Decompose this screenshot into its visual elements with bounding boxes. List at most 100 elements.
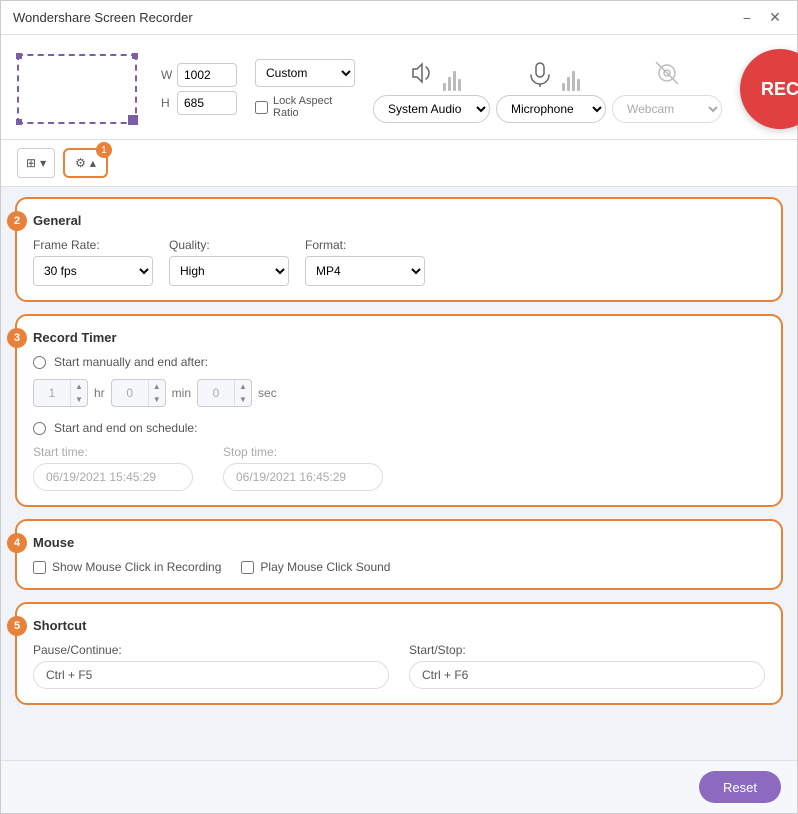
hr-stepper-btns: ▲ ▼ bbox=[70, 380, 87, 406]
shortcut-section: 5 Shortcut Pause/Continue: Start/Stop: bbox=[15, 602, 783, 705]
top-panel: W H Custom Lock Aspect Ratio bbox=[1, 35, 797, 140]
layout-button[interactable]: ⊞ ▾ bbox=[17, 148, 55, 178]
show-click-label: Show Mouse Click in Recording bbox=[52, 560, 221, 574]
close-button[interactable]: ✕ bbox=[765, 8, 785, 28]
preset-select[interactable]: Custom bbox=[255, 59, 355, 87]
width-input[interactable] bbox=[177, 63, 237, 87]
format-field: Format: MP4 bbox=[305, 238, 425, 286]
record-timer-section-number: 3 bbox=[7, 328, 27, 348]
record-timer-section: 3 Record Timer Start manually and end af… bbox=[15, 314, 783, 507]
time-input-group: 1 ▲ ▼ hr 0 ▲ ▼ min 0 bbox=[33, 379, 765, 407]
schedule-row: Start time: Stop time: bbox=[33, 445, 765, 491]
minimize-button[interactable]: − bbox=[737, 8, 757, 28]
general-section-number: 2 bbox=[7, 211, 27, 231]
frame-rate-select[interactable]: 30 fps bbox=[33, 256, 153, 286]
sec-down-button[interactable]: ▼ bbox=[235, 393, 251, 406]
mouse-title: Mouse bbox=[33, 535, 765, 550]
quality-label: Quality: bbox=[169, 238, 289, 252]
min-unit: min bbox=[172, 386, 191, 400]
sec-up-button[interactable]: ▲ bbox=[235, 380, 251, 393]
pause-label: Pause/Continue: bbox=[33, 643, 389, 657]
schedule-label: Start and end on schedule: bbox=[54, 421, 197, 435]
general-title: General bbox=[33, 213, 765, 228]
record-timer-title: Record Timer bbox=[33, 330, 765, 345]
schedule-radio-row: Start and end on schedule: bbox=[33, 421, 765, 435]
system-audio-icon bbox=[403, 55, 439, 91]
stop-time-field: Stop time: bbox=[223, 445, 383, 491]
start-stop-input[interactable] bbox=[409, 661, 765, 689]
format-select[interactable]: MP4 bbox=[305, 256, 425, 286]
settings-arrow-icon: ▴ bbox=[90, 156, 96, 170]
manually-radio-row: Start manually and end after: bbox=[33, 355, 765, 369]
rec-button[interactable]: REC bbox=[740, 49, 798, 129]
play-sound-item: Play Mouse Click Sound bbox=[241, 560, 390, 574]
title-bar: Wondershare Screen Recorder − ✕ bbox=[1, 1, 797, 35]
start-time-field: Start time: bbox=[33, 445, 193, 491]
start-time-label: Start time: bbox=[33, 445, 193, 459]
hr-unit: hr bbox=[94, 386, 105, 400]
manually-radio[interactable] bbox=[33, 356, 46, 369]
min-down-button[interactable]: ▼ bbox=[149, 393, 165, 406]
webcam-select[interactable]: Webcam bbox=[612, 95, 722, 123]
height-row: H bbox=[161, 91, 237, 115]
height-label: H bbox=[161, 96, 173, 110]
hr-value: 1 bbox=[34, 386, 70, 400]
corner-handle-tr bbox=[132, 53, 138, 59]
corner-handle-br[interactable] bbox=[128, 115, 138, 125]
show-click-item: Show Mouse Click in Recording bbox=[33, 560, 221, 574]
capture-region[interactable] bbox=[17, 54, 137, 124]
app-title: Wondershare Screen Recorder bbox=[13, 10, 737, 25]
webcam-icon bbox=[649, 55, 685, 91]
bottom-bar: Reset bbox=[1, 760, 797, 813]
schedule-radio[interactable] bbox=[33, 422, 46, 435]
height-input[interactable] bbox=[177, 91, 237, 115]
size-inputs: W H bbox=[161, 63, 237, 115]
settings-icon: ⚙ bbox=[75, 156, 86, 170]
system-audio-select[interactable]: System Audio bbox=[373, 95, 490, 123]
sec-value: 0 bbox=[198, 386, 234, 400]
min-up-button[interactable]: ▲ bbox=[149, 380, 165, 393]
preset-wrap: Custom Lock Aspect Ratio bbox=[255, 59, 355, 119]
shortcut-section-number: 5 bbox=[7, 616, 27, 636]
pause-input[interactable] bbox=[33, 661, 389, 689]
microphone-select[interactable]: Microphone bbox=[496, 95, 606, 123]
general-form-row: Frame Rate: 30 fps Quality: High Format:… bbox=[33, 238, 765, 286]
play-sound-checkbox[interactable] bbox=[241, 561, 254, 574]
min-stepper: 0 ▲ ▼ bbox=[111, 379, 166, 407]
system-audio-bars bbox=[443, 55, 461, 91]
min-stepper-btns: ▲ ▼ bbox=[148, 380, 165, 406]
microphone-device: Microphone bbox=[496, 55, 606, 123]
start-stop-label: Start/Stop: bbox=[409, 643, 765, 657]
width-label: W bbox=[161, 68, 173, 82]
settings-button[interactable]: ⚙ ▴ 1 bbox=[63, 148, 108, 178]
toolbar-row: ⊞ ▾ ⚙ ▴ 1 bbox=[1, 140, 797, 187]
corner-handle-bl bbox=[16, 119, 22, 125]
start-time-input[interactable] bbox=[33, 463, 193, 491]
stop-time-input[interactable] bbox=[223, 463, 383, 491]
mouse-section: 4 Mouse Show Mouse Click in Recording Pl… bbox=[15, 519, 783, 590]
mouse-checkbox-row: Show Mouse Click in Recording Play Mouse… bbox=[33, 560, 765, 574]
webcam-device: Webcam bbox=[612, 55, 722, 123]
layout-dropdown-icon: ▾ bbox=[40, 156, 46, 170]
frame-rate-field: Frame Rate: 30 fps bbox=[33, 238, 153, 286]
shortcut-title: Shortcut bbox=[33, 618, 765, 633]
screen-area bbox=[17, 54, 137, 124]
hr-up-button[interactable]: ▲ bbox=[71, 380, 87, 393]
hr-stepper: 1 ▲ ▼ bbox=[33, 379, 88, 407]
quality-select[interactable]: High bbox=[169, 256, 289, 286]
corner-handle-tl bbox=[16, 53, 22, 59]
audio-section: System Audio bbox=[373, 55, 722, 123]
microphone-icon bbox=[522, 55, 558, 91]
show-click-checkbox[interactable] bbox=[33, 561, 46, 574]
settings-content: 2 General Frame Rate: 30 fps Quality: Hi… bbox=[1, 187, 797, 760]
format-label: Format: bbox=[305, 238, 425, 252]
min-value: 0 bbox=[112, 386, 148, 400]
lock-aspect-checkbox[interactable] bbox=[255, 101, 268, 114]
app-window: Wondershare Screen Recorder − ✕ W H bbox=[0, 0, 798, 814]
system-audio-device: System Audio bbox=[373, 55, 490, 123]
hr-down-button[interactable]: ▼ bbox=[71, 393, 87, 406]
settings-badge: 1 bbox=[96, 142, 112, 158]
layout-icon: ⊞ bbox=[26, 156, 36, 170]
lock-aspect-ratio: Lock Aspect Ratio bbox=[255, 95, 355, 119]
reset-button[interactable]: Reset bbox=[699, 771, 781, 803]
